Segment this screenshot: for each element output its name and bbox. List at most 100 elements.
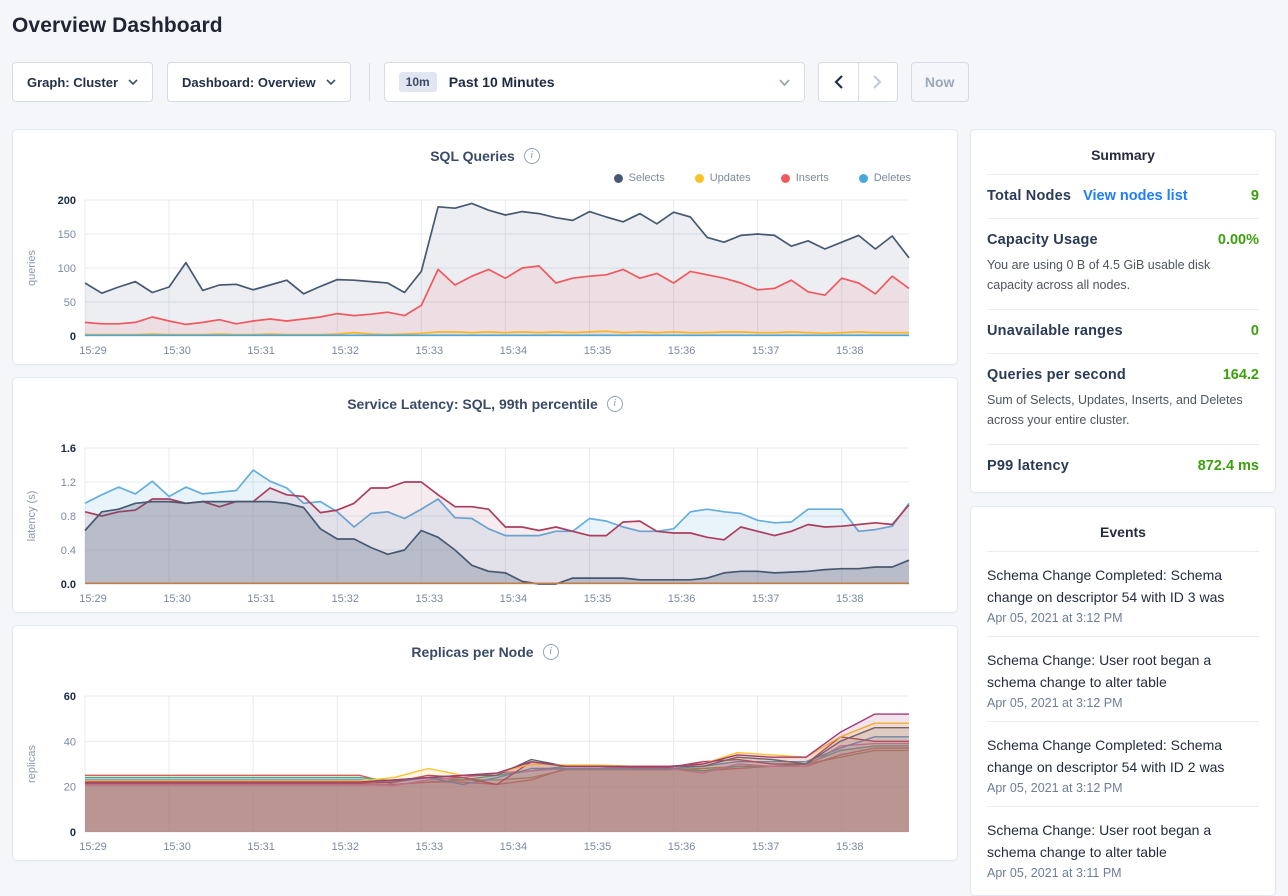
- svg-text:15:31: 15:31: [247, 593, 275, 605]
- legend-item-inserts[interactable]: Inserts: [781, 172, 829, 184]
- event-timestamp: Apr 05, 2021 at 3:12 PM: [987, 611, 1259, 625]
- summary-label: P99 latency: [987, 458, 1069, 474]
- svg-text:200: 200: [58, 195, 76, 207]
- time-range-badge: 10m: [399, 72, 437, 92]
- legend-item-selects[interactable]: Selects: [614, 172, 665, 184]
- svg-text:queries: queries: [26, 249, 38, 286]
- legend-label: Inserts: [796, 172, 829, 184]
- svg-text:15:31: 15:31: [247, 841, 275, 853]
- time-back-button[interactable]: [819, 63, 858, 101]
- toolbar: Graph: Cluster Dashboard: Overview 10m P…: [12, 62, 1276, 102]
- page-title: Overview Dashboard: [12, 14, 1276, 38]
- summary-heading: Summary: [987, 130, 1259, 174]
- graph-scope-dropdown[interactable]: Graph: Cluster: [12, 62, 153, 102]
- info-icon[interactable]: i: [543, 644, 559, 660]
- summary-row-total-nodes: Total Nodes View nodes list 9: [987, 174, 1259, 218]
- svg-text:15:37: 15:37: [752, 345, 780, 357]
- legend-dot: [859, 174, 868, 183]
- svg-text:15:31: 15:31: [247, 345, 275, 357]
- dashboard-dropdown[interactable]: Dashboard: Overview: [167, 62, 351, 102]
- dashboard-label: Dashboard: Overview: [182, 75, 316, 90]
- svg-text:15:37: 15:37: [752, 593, 780, 605]
- svg-text:15:38: 15:38: [836, 841, 864, 853]
- svg-text:15:33: 15:33: [416, 593, 444, 605]
- chevron-down-icon: [128, 79, 138, 85]
- summary-label: Queries per second: [987, 367, 1126, 383]
- chart-title: Replicas per Node: [411, 644, 533, 660]
- chart-header: Replicas per Node i: [13, 626, 957, 662]
- summary-row-capacity-usage: Capacity Usage 0.00% You are using 0 B o…: [987, 218, 1259, 309]
- chart-header: SQL Queries i: [13, 130, 957, 166]
- time-range-picker[interactable]: 10m Past 10 Minutes: [384, 62, 805, 102]
- chart-panel-replicas-per-node: Replicas per Node i 020406015:2915:3015:…: [12, 625, 958, 861]
- svg-text:0.0: 0.0: [61, 579, 76, 591]
- svg-text:150: 150: [58, 229, 76, 241]
- summary-value: 164.2: [1223, 367, 1259, 383]
- svg-text:15:34: 15:34: [500, 593, 528, 605]
- legend-label: Selects: [629, 172, 665, 184]
- chevron-left-icon: [834, 75, 843, 89]
- event-timestamp: Apr 05, 2021 at 3:12 PM: [987, 781, 1259, 795]
- svg-text:15:35: 15:35: [584, 593, 612, 605]
- svg-text:15:36: 15:36: [668, 345, 696, 357]
- chevron-right-icon: [873, 75, 882, 89]
- event-item[interactable]: Schema Change Completed: Schema change o…: [987, 551, 1259, 636]
- svg-text:0.4: 0.4: [61, 545, 76, 557]
- svg-text:15:37: 15:37: [752, 841, 780, 853]
- svg-text:15:33: 15:33: [416, 345, 444, 357]
- legend-dot: [614, 174, 623, 183]
- info-icon[interactable]: i: [524, 148, 540, 164]
- svg-text:15:33: 15:33: [416, 841, 444, 853]
- svg-text:15:30: 15:30: [163, 345, 191, 357]
- summary-row-p99-latency: P99 latency 872.4 ms: [987, 444, 1259, 488]
- event-item[interactable]: Schema Change Completed: Schema change o…: [987, 721, 1259, 806]
- summary-description: You are using 0 B of 4.5 GiB usable disk…: [987, 255, 1259, 295]
- svg-text:50: 50: [64, 297, 76, 309]
- summary-panel: Summary Total Nodes View nodes list 9 Ca…: [970, 129, 1276, 493]
- svg-text:15:35: 15:35: [584, 345, 612, 357]
- replicas-per-node-chart[interactable]: 020406015:2915:3015:3115:3215:3315:3415:…: [13, 686, 957, 861]
- svg-text:0: 0: [70, 827, 76, 839]
- event-item[interactable]: Schema Change: User root began a schema …: [987, 806, 1259, 891]
- summary-value: 872.4 ms: [1198, 458, 1259, 474]
- toolbar-divider: [369, 63, 370, 101]
- svg-text:15:32: 15:32: [331, 593, 359, 605]
- chart-panel-service-latency: Service Latency: SQL, 99th percentile i …: [12, 377, 958, 613]
- event-message: Schema Change Completed: Schema change o…: [987, 734, 1259, 778]
- sidebar-column: Summary Total Nodes View nodes list 9 Ca…: [970, 129, 1276, 896]
- chart-panel-sql-queries: SQL Queries i Selects Updates Inserts Delet…: [12, 129, 958, 365]
- legend-item-updates[interactable]: Updates: [695, 172, 751, 184]
- summary-label: Total Nodes: [987, 188, 1071, 204]
- summary-value: 0.00%: [1218, 232, 1259, 248]
- chart-header: Service Latency: SQL, 99th percentile i: [13, 378, 957, 414]
- event-timestamp: Apr 05, 2021 at 3:12 PM: [987, 696, 1259, 710]
- events-panel: Events Schema Change Completed: Schema c…: [970, 506, 1276, 896]
- legend-item-deletes[interactable]: Deletes: [859, 172, 911, 184]
- summary-row-unavailable-ranges: Unavailable ranges 0: [987, 309, 1259, 353]
- chevron-down-icon: [326, 79, 336, 85]
- event-message: Schema Change Completed: Schema change o…: [987, 564, 1259, 608]
- time-forward-button[interactable]: [858, 63, 897, 101]
- legend-dot: [781, 174, 790, 183]
- svg-text:60: 60: [64, 691, 76, 703]
- event-item[interactable]: Schema Change: User root began a schema …: [987, 636, 1259, 721]
- svg-text:15:32: 15:32: [331, 841, 359, 853]
- svg-text:15:29: 15:29: [79, 841, 107, 853]
- svg-text:1.2: 1.2: [61, 477, 76, 489]
- charts-column: SQL Queries i Selects Updates Inserts Delet…: [12, 129, 958, 861]
- summary-value: 0: [1251, 323, 1259, 339]
- svg-text:15:34: 15:34: [500, 345, 528, 357]
- now-button[interactable]: Now: [911, 62, 969, 102]
- svg-text:15:36: 15:36: [668, 841, 696, 853]
- service-latency-chart[interactable]: 0.00.40.81.21.615:2915:3015:3115:3215:33…: [13, 438, 957, 613]
- sql-queries-chart[interactable]: 05010015020015:2915:3015:3115:3215:3315:…: [13, 190, 957, 365]
- svg-text:15:38: 15:38: [836, 593, 864, 605]
- view-nodes-list-link[interactable]: View nodes list: [1083, 188, 1188, 204]
- info-icon[interactable]: i: [607, 396, 623, 412]
- chart-title: SQL Queries: [430, 148, 515, 164]
- svg-text:latency (s): latency (s): [26, 491, 38, 542]
- svg-text:15:35: 15:35: [584, 841, 612, 853]
- svg-text:15:29: 15:29: [79, 593, 107, 605]
- svg-text:1.6: 1.6: [61, 443, 76, 455]
- event-message: Schema Change: User root began a schema …: [987, 649, 1259, 693]
